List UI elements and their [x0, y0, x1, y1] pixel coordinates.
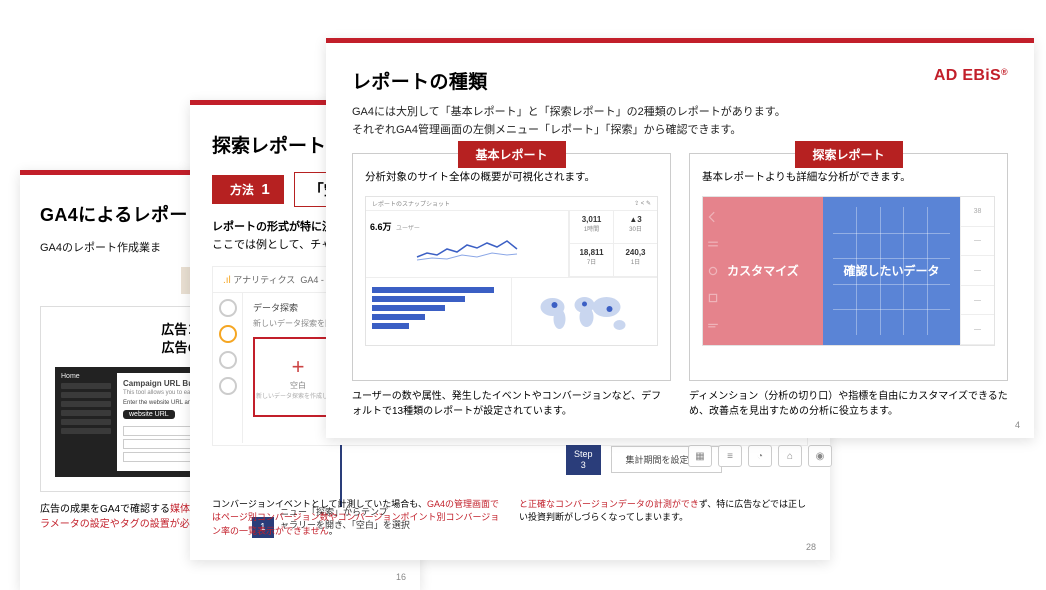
front-title: レポートの種類: [352, 67, 488, 94]
panel1-desc: 分析対象のサイト全体の概要が可視化されます。: [365, 170, 658, 186]
globe-icon[interactable]: ◉: [808, 445, 832, 467]
explore-data-panel: 確認したいデータ: [823, 197, 960, 345]
ga-sidebar: [213, 293, 243, 443]
step3-badge: Step3: [566, 445, 601, 475]
list-icon[interactable]: ≡: [718, 445, 742, 467]
line-chart-icon: [370, 235, 564, 265]
bottom-box-2: と正確なコンバージョンデータの計測ができず、特に広告などでは正しい投資判断がしづ…: [519, 498, 808, 539]
rep-stat-users: 6.6万: [370, 222, 392, 232]
rep-snapshot-label: レポートのスナップショット: [372, 199, 450, 208]
back-page-number: 16: [396, 572, 406, 582]
back-arrow-icon: [707, 211, 719, 223]
share-icon[interactable]: ⇪ < ✎: [634, 200, 651, 207]
slide-front: レポートの種類 AD EBiS® GA4には大別して「基本レポート」と「探索レポ…: [326, 38, 1034, 438]
home-icon[interactable]: ⌂: [778, 445, 802, 467]
basic-report-mock: レポートのスナップショット ⇪ < ✎ 6.6万 ユーザー: [365, 196, 658, 346]
explore-right-rail: 38 ————: [960, 197, 994, 345]
method-pill: 方法 1: [212, 175, 284, 204]
panel2-tail: ディメンション（分析の切り口）や指標を自由にカスタマイズできるため、改善点を見出…: [689, 389, 1008, 419]
mock-brand-label: Home: [61, 373, 111, 380]
mid-page-number: 28: [806, 542, 816, 552]
front-page-number: 4: [1015, 420, 1020, 430]
panel-explore-report: 探索レポート 基本レポートよりも詳細な分析ができます。 カスタマイズ: [689, 153, 1008, 419]
grid-icon[interactable]: ▦: [688, 445, 712, 467]
brand-logo: AD EBiS®: [934, 67, 1008, 85]
panel1-tail: ユーザーの数や属性、発生したイベントやコンバージョンなど、デフォルトで13種類の…: [352, 389, 671, 419]
donut-icon[interactable]: ◔: [748, 445, 772, 467]
plus-icon: +: [292, 354, 305, 380]
world-map-icon: [512, 278, 657, 345]
ga-brand-label: アナリティクス: [233, 275, 295, 285]
panel2-desc: 基本レポートよりも詳細な分析ができます。: [702, 170, 995, 186]
front-lead: GA4には大別して「基本レポート」と「探索レポート」の2種類のレポートがあります…: [352, 104, 1008, 139]
bottom-box-1: コンバージョンイベントとして計測していた場合も、GA4の管理画面ではページ別コン…: [212, 498, 501, 539]
rep-stats-grid: 3,0111時間 ▲330日 18,8117日 240,31日: [569, 211, 657, 278]
explore-report-mock: カスタマイズ 確認したいデータ 38 ————: [702, 196, 995, 346]
bar-chart-icon: [366, 278, 512, 345]
mid-bottom-grid: コンバージョンイベントとして計測していた場合も、GA4の管理画面ではページ別コン…: [212, 498, 808, 539]
panel-basic-report: 基本レポート 分析対象のサイト全体の概要が可視化されます。 レポートのスナップシ…: [352, 153, 671, 419]
explore-customize-panel: カスタマイズ: [703, 197, 823, 345]
panel2-tag: 探索レポート: [794, 141, 902, 168]
panel1-tag: 基本レポート: [457, 141, 565, 168]
icon-row: ▦ ≡ ◔ ⌂ ◉: [688, 445, 832, 467]
